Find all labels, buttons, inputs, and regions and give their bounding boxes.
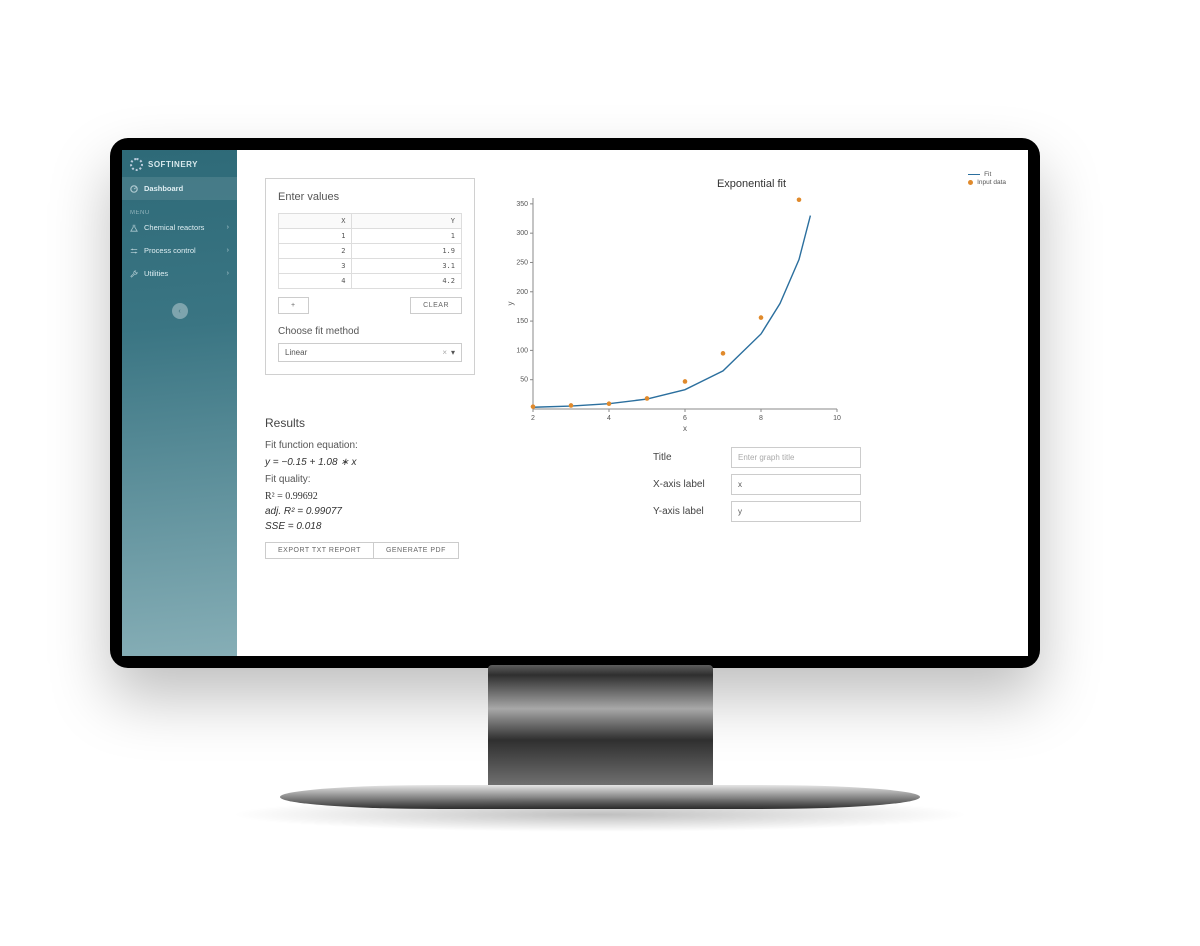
svg-text:y: y — [506, 302, 515, 306]
xaxis-input[interactable] — [731, 474, 861, 495]
quality-label: Fit quality: — [265, 474, 495, 485]
svg-text:150: 150 — [516, 318, 528, 325]
sidebar-label: Process control — [144, 246, 221, 255]
flask-icon — [130, 224, 138, 232]
main-content: Enter values X Y 11 21.9 33.1 44.2 + — [237, 150, 1028, 656]
logo-gear-icon — [130, 158, 143, 171]
table-row: 33.1 — [279, 259, 462, 274]
wrench-icon — [130, 270, 138, 278]
svg-text:350: 350 — [516, 201, 528, 208]
chevron-right-icon: › — [227, 247, 229, 254]
brand-name: SOFTINERY — [148, 160, 198, 169]
svg-text:8: 8 — [759, 415, 763, 422]
sidebar-label: Chemical reactors — [144, 223, 221, 232]
chevron-right-icon: › — [227, 270, 229, 277]
sidebar-item-utilities[interactable]: Utilities › — [122, 262, 237, 285]
sidebar-item-process-control[interactable]: Process control › — [122, 239, 237, 262]
svg-text:250: 250 — [516, 259, 528, 266]
monitor-frame: SOFTINERY Dashboard MENU Chemical reacto… — [110, 138, 1040, 668]
fit-method-label: Choose fit method — [278, 326, 462, 337]
sliders-icon — [130, 247, 138, 255]
results-section: Results Fit function equation: y = −0.15… — [265, 416, 495, 559]
fit-method-value: Linear — [285, 348, 307, 357]
monitor-neck — [488, 665, 713, 790]
sidebar-item-dashboard[interactable]: Dashboard — [122, 177, 237, 200]
table-row: 44.2 — [279, 274, 462, 289]
svg-text:2: 2 — [531, 415, 535, 422]
svg-text:10: 10 — [833, 415, 841, 422]
chevron-right-icon: › — [227, 224, 229, 231]
svg-text:50: 50 — [520, 377, 528, 384]
table-row: 21.9 — [279, 244, 462, 259]
r2-value: R² = 0.99692 — [265, 491, 495, 502]
fit-equation: y = −0.15 + 1.08 ∗ x — [265, 457, 495, 468]
dashboard-icon — [130, 185, 138, 193]
title-input-label: Title — [653, 452, 723, 463]
sidebar-label: Utilities — [144, 269, 221, 278]
legend-data: Input data — [977, 179, 1006, 186]
adjr2-value: adj. R² = 0.99077 — [265, 506, 495, 517]
chevron-down-icon: ▾ — [451, 348, 455, 357]
chart-plot: 50 100 150 200 250 300 350 2 4 6 8 10 x y — [503, 192, 843, 437]
col-x: X — [279, 214, 352, 229]
svg-text:100: 100 — [516, 347, 528, 354]
panel-title: Enter values — [278, 191, 462, 203]
chart-legend: Fit Input data — [968, 170, 1006, 187]
enter-values-panel: Enter values X Y 11 21.9 33.1 44.2 + — [265, 178, 475, 375]
yaxis-input[interactable] — [731, 501, 861, 522]
svg-text:4: 4 — [607, 415, 611, 422]
eq-label: Fit function equation: — [265, 440, 495, 451]
sidebar: SOFTINERY Dashboard MENU Chemical reacto… — [122, 150, 237, 656]
results-title: Results — [265, 416, 495, 430]
sidebar-label-dashboard: Dashboard — [144, 184, 229, 193]
export-txt-button[interactable]: EXPORT TXT REPORT — [265, 542, 373, 559]
legend-line-icon — [968, 174, 980, 175]
brand: SOFTINERY — [122, 156, 237, 177]
screen: SOFTINERY Dashboard MENU Chemical reacto… — [122, 150, 1028, 656]
chart-panel: Fit Input data Exponential fit 501001502… — [503, 178, 1000, 528]
add-row-button[interactable]: + — [278, 297, 309, 314]
chart-title: Exponential fit — [503, 178, 1000, 190]
svg-text:6: 6 — [683, 415, 687, 422]
table-row: 11 — [279, 229, 462, 244]
clear-select-icon[interactable]: × — [442, 348, 447, 357]
legend-dot-icon — [968, 180, 973, 185]
fit-method-select[interactable]: Linear × ▾ — [278, 343, 462, 362]
svg-text:200: 200 — [516, 289, 528, 296]
monitor-foot — [280, 785, 920, 809]
collapse-sidebar-button[interactable]: ‹ — [172, 303, 188, 319]
legend-fit: Fit — [984, 171, 991, 178]
clear-button[interactable]: CLEAR — [410, 297, 462, 314]
xaxis-input-label: X-axis label — [653, 479, 723, 490]
sidebar-group-label: MENU — [122, 210, 237, 216]
xy-table: X Y 11 21.9 33.1 44.2 — [278, 213, 462, 289]
generate-pdf-button[interactable]: GENERATE PDF — [373, 542, 459, 559]
sidebar-item-chemical-reactors[interactable]: Chemical reactors › — [122, 216, 237, 239]
svg-text:x: x — [683, 424, 687, 433]
svg-text:300: 300 — [516, 230, 528, 237]
yaxis-input-label: Y-axis label — [653, 506, 723, 517]
col-y: Y — [352, 214, 462, 229]
sse-value: SSE = 0.018 — [265, 521, 495, 532]
graph-title-input[interactable] — [731, 447, 861, 468]
